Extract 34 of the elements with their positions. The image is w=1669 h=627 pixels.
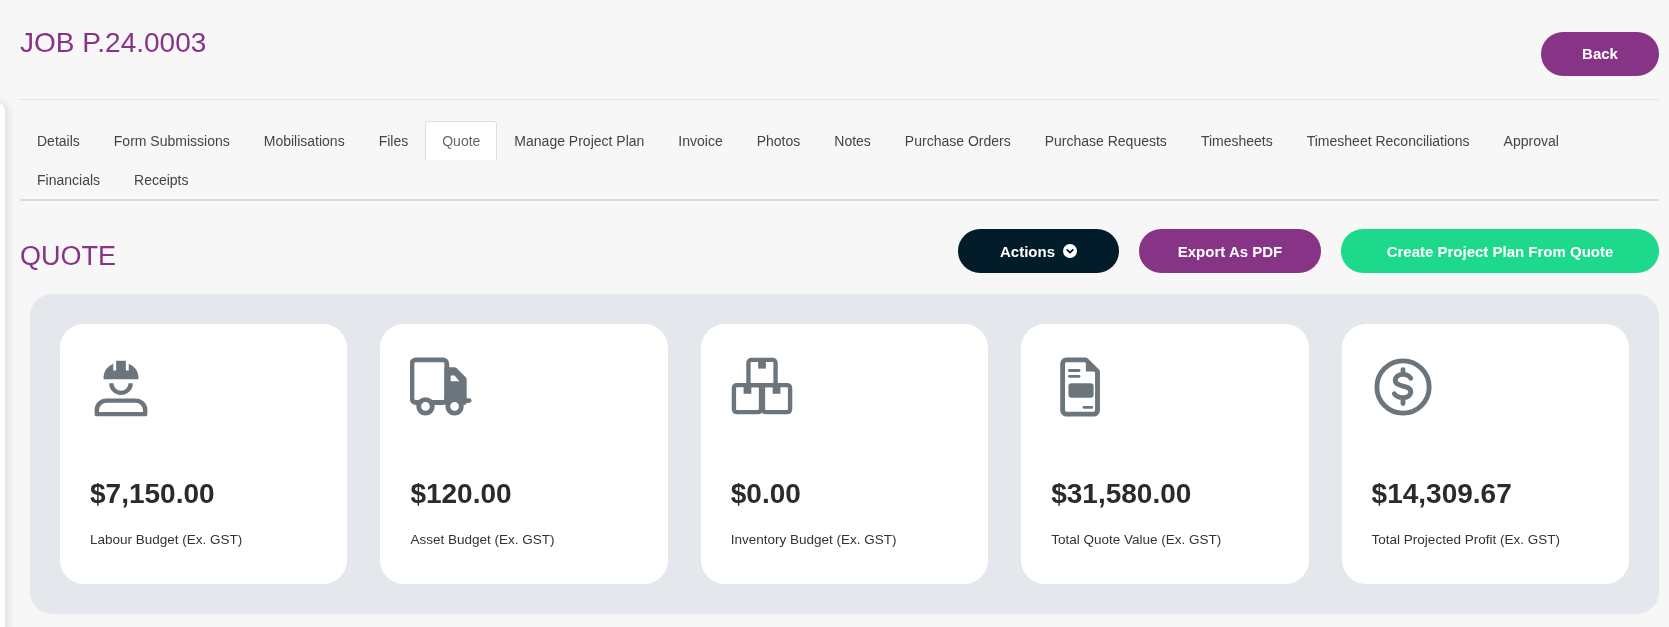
tab[interactable]: Mobilisations: [246, 121, 362, 160]
tab[interactable]: Photos: [739, 121, 818, 160]
card-value: $0.00: [730, 478, 801, 510]
tab[interactable]: Purchase Requests: [1027, 121, 1184, 160]
tab[interactable]: Timesheets: [1183, 121, 1290, 160]
card-label: Total Projected Profit (Ex. GST): [1371, 532, 1560, 547]
card-value: $7,150.00: [90, 478, 215, 510]
tab[interactable]: Details: [20, 121, 97, 160]
tab[interactable]: Receipts: [117, 160, 206, 199]
page-title: JOB P.24.0003: [20, 26, 207, 59]
back-button[interactable]: Back: [1541, 31, 1659, 76]
card-label: Inventory Budget (Ex. GST): [730, 532, 897, 547]
export-pdf-button[interactable]: Export As PDF: [1139, 229, 1321, 273]
card-label: Total Quote Value (Ex. GST): [1051, 532, 1222, 547]
tab[interactable]: Manage Project Plan: [497, 121, 662, 160]
tab[interactable]: Approval: [1486, 121, 1576, 160]
tab[interactable]: Financials: [20, 160, 118, 199]
tab[interactable]: Notes: [817, 121, 888, 160]
tab[interactable]: Form Submissions: [96, 121, 247, 160]
card-label: Asset Budget (Ex. GST): [410, 532, 555, 547]
tab[interactable]: Files: [361, 121, 426, 160]
section-title: QUOTE: [20, 240, 116, 272]
chevron-down-icon: [1063, 244, 1077, 258]
card-value: $120.00: [410, 478, 512, 510]
tab[interactable]: Timesheet Reconciliations: [1289, 121, 1487, 160]
tab[interactable]: Purchase Orders: [887, 121, 1028, 160]
tab[interactable]: Quote: [425, 121, 498, 160]
card-value: $31,580.00: [1051, 478, 1192, 510]
actions-button[interactable]: Actions: [958, 229, 1119, 273]
card-value: $14,309.67: [1371, 478, 1512, 510]
card-label: Labour Budget (Ex. GST): [90, 532, 243, 547]
tab[interactable]: Invoice: [661, 121, 740, 160]
dollar-icon: [1371, 356, 1434, 418]
truck-icon: [410, 356, 473, 418]
